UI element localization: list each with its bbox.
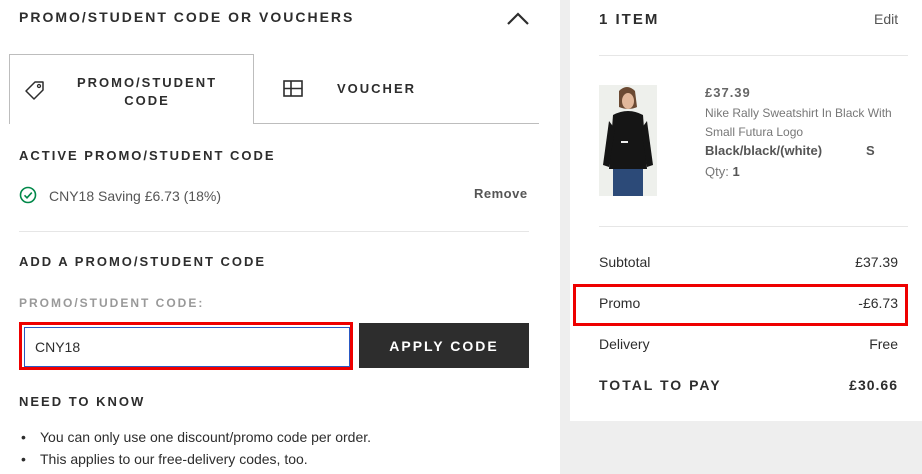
bag-item-count: 1 ITEM (599, 11, 660, 28)
divider (599, 55, 908, 56)
remove-code-link[interactable]: Remove (474, 186, 528, 201)
divider (599, 226, 908, 227)
apply-code-button[interactable]: APPLY CODE (359, 323, 529, 368)
product-color: Black/black/(white) (705, 143, 823, 158)
total-value: £30.66 (849, 377, 898, 393)
promo-label: Promo (599, 295, 641, 311)
tab-promo-label: PROMO/STUDENT CODE (76, 75, 218, 108)
product-size: S (866, 143, 875, 158)
product-qty: Qty: 1 (705, 164, 740, 179)
delivery-value: Free (869, 336, 898, 352)
promo-section-heading: PROMO/STUDENT CODE OR VOUCHERS (19, 9, 355, 25)
subtotal-value: £37.39 (855, 254, 898, 270)
active-code-heading: ACTIVE PROMO/STUDENT CODE (19, 148, 276, 163)
tab-divider (254, 123, 539, 124)
qty-label: Qty: (705, 164, 729, 179)
active-code-text: CNY18 Saving £6.73 (18%) (49, 188, 221, 204)
voucher-icon[interactable] (283, 80, 303, 97)
delivery-label: Delivery (599, 336, 650, 352)
need-to-know-item: You can only use one discount/promo code… (19, 426, 519, 448)
total-label: TOTAL TO PAY (599, 377, 722, 393)
check-circle-icon (19, 186, 37, 204)
add-code-heading: ADD A PROMO/STUDENT CODE (19, 254, 267, 269)
product-price: £37.39 (705, 85, 751, 100)
need-to-know-heading: NEED TO KNOW (19, 394, 146, 409)
promo-input-highlight (19, 322, 353, 370)
edit-bag-link[interactable]: Edit (874, 11, 898, 27)
divider (19, 231, 529, 232)
need-to-know-item-continued: This applies to our free-delivery codes,… (19, 448, 519, 470)
tab-voucher[interactable]: VOUCHER (337, 81, 416, 96)
promo-panel: PROMO/STUDENT CODE OR VOUCHERS PROMO/STU… (0, 0, 560, 474)
need-to-know-list: You can only use one discount/promo code… (19, 426, 519, 470)
promo-code-input[interactable] (24, 327, 350, 367)
tab-promo-student-code[interactable]: PROMO/STUDENT CODE (9, 54, 254, 124)
tag-icon (25, 81, 44, 100)
qty-value: 1 (732, 164, 740, 179)
subtotal-label: Subtotal (599, 254, 651, 270)
product-image[interactable] (599, 85, 657, 196)
bag-summary-panel: 1 ITEM Edit £37.39 Nike Rally Sweatshirt… (570, 0, 922, 421)
chevron-up-icon[interactable] (505, 10, 531, 28)
product-name[interactable]: Nike Rally Sweatshirt In Black With Smal… (705, 104, 905, 142)
promo-value: -£6.73 (858, 295, 898, 311)
promo-code-field-label: PROMO/STUDENT CODE: (19, 296, 205, 310)
